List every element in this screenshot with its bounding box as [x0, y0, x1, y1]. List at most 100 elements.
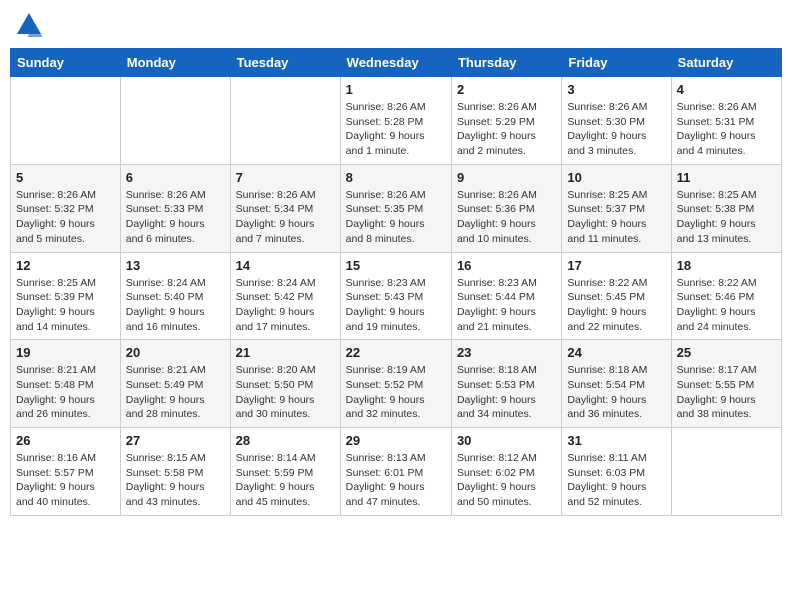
day-number: 2: [457, 82, 556, 97]
calendar-day-cell: 11 Sunrise: 8:25 AM Sunset: 5:38 PM Dayli…: [671, 164, 781, 252]
day-number: 28: [236, 433, 335, 448]
day-number: 23: [457, 345, 556, 360]
calendar-day-cell: 26 Sunrise: 8:16 AM Sunset: 5:57 PM Dayli…: [11, 428, 121, 516]
day-info: Sunrise: 8:24 AM Sunset: 5:42 PM Dayligh…: [236, 276, 335, 335]
day-number: 25: [677, 345, 776, 360]
calendar-day-cell: 4 Sunrise: 8:26 AM Sunset: 5:31 PM Daylig…: [671, 77, 781, 165]
calendar-day-cell: 25 Sunrise: 8:17 AM Sunset: 5:55 PM Dayli…: [671, 340, 781, 428]
day-info: Sunrise: 8:20 AM Sunset: 5:50 PM Dayligh…: [236, 363, 335, 422]
day-number: 7: [236, 170, 335, 185]
day-of-week-header: Wednesday: [340, 49, 451, 77]
day-number: 17: [567, 258, 665, 273]
calendar-day-cell: [11, 77, 121, 165]
day-of-week-header: Friday: [562, 49, 671, 77]
day-number: 10: [567, 170, 665, 185]
calendar-day-cell: 5Sunrise: 8:26 AM Sunset: 5:32 PM Daylig…: [11, 164, 121, 252]
day-info: Sunrise: 8:26 AM Sunset: 5:32 PM Dayligh…: [16, 188, 115, 247]
calendar-day-cell: 22Sunrise: 8:19 AM Sunset: 5:52 PM Dayli…: [340, 340, 451, 428]
day-of-week-header: Monday: [120, 49, 230, 77]
day-info: Sunrise: 8:25 AM Sunset: 5:37 PM Dayligh…: [567, 188, 665, 247]
day-number: 22: [346, 345, 446, 360]
day-number: 9: [457, 170, 556, 185]
calendar-day-cell: 18 Sunrise: 8:22 AM Sunset: 5:46 PM Dayli…: [671, 252, 781, 340]
calendar-day-cell: 13 Sunrise: 8:24 AM Sunset: 5:40 PM Dayli…: [120, 252, 230, 340]
calendar-day-cell: 31Sunrise: 8:11 AM Sunset: 6:03 PM Dayli…: [562, 428, 671, 516]
day-info: Sunrise: 8:12 AM Sunset: 6:02 PM Dayligh…: [457, 451, 556, 510]
logo-icon: [14, 10, 44, 40]
day-info: Sunrise: 8:26 AM Sunset: 5:34 PM Dayligh…: [236, 188, 335, 247]
calendar-day-cell: [671, 428, 781, 516]
day-info: Sunrise: 8:13 AM Sunset: 6:01 PM Dayligh…: [346, 451, 446, 510]
calendar-day-cell: 16 Sunrise: 8:23 AM Sunset: 5:44 PM Dayli…: [451, 252, 561, 340]
calendar-week-row: 12 Sunrise: 8:25 AM Sunset: 5:39 PM Dayli…: [11, 252, 782, 340]
day-info: Sunrise: 8:15 AM Sunset: 5:58 PM Dayligh…: [126, 451, 225, 510]
day-number: 11: [677, 170, 776, 185]
day-info: Sunrise: 8:21 AM Sunset: 5:48 PM Dayligh…: [16, 363, 115, 422]
calendar-day-cell: 12 Sunrise: 8:25 AM Sunset: 5:39 PM Dayli…: [11, 252, 121, 340]
calendar-day-cell: 1 Sunrise: 8:26 AM Sunset: 5:28 PM Daylig…: [340, 77, 451, 165]
day-of-week-header: Sunday: [11, 49, 121, 77]
day-info: Sunrise: 8:26 AM Sunset: 5:28 PM Dayligh…: [346, 100, 446, 159]
day-info: Sunrise: 8:26 AM Sunset: 5:31 PM Dayligh…: [677, 100, 776, 159]
calendar-day-cell: 8 Sunrise: 8:26 AM Sunset: 5:35 PM Daylig…: [340, 164, 451, 252]
day-info: Sunrise: 8:23 AM Sunset: 5:44 PM Dayligh…: [457, 276, 556, 335]
calendar-week-row: 26 Sunrise: 8:16 AM Sunset: 5:57 PM Dayli…: [11, 428, 782, 516]
day-info: Sunrise: 8:25 AM Sunset: 5:39 PM Dayligh…: [16, 276, 115, 335]
calendar-day-cell: 20Sunrise: 8:21 AM Sunset: 5:49 PM Dayli…: [120, 340, 230, 428]
day-number: 12: [16, 258, 115, 273]
calendar-day-cell: 28 Sunrise: 8:14 AM Sunset: 5:59 PM Dayli…: [230, 428, 340, 516]
day-number: 1: [346, 82, 446, 97]
calendar-day-cell: 17 Sunrise: 8:22 AM Sunset: 5:45 PM Dayli…: [562, 252, 671, 340]
day-number: 26: [16, 433, 115, 448]
calendar-day-cell: 29Sunrise: 8:13 AM Sunset: 6:01 PM Dayli…: [340, 428, 451, 516]
day-number: 8: [346, 170, 446, 185]
day-info: Sunrise: 8:26 AM Sunset: 5:35 PM Dayligh…: [346, 188, 446, 247]
day-info: Sunrise: 8:22 AM Sunset: 5:45 PM Dayligh…: [567, 276, 665, 335]
calendar-day-cell: 6 Sunrise: 8:26 AM Sunset: 5:33 PM Daylig…: [120, 164, 230, 252]
day-info: Sunrise: 8:23 AM Sunset: 5:43 PM Dayligh…: [346, 276, 446, 335]
day-number: 15: [346, 258, 446, 273]
calendar-day-cell: 19 Sunrise: 8:21 AM Sunset: 5:48 PM Dayli…: [11, 340, 121, 428]
day-number: 13: [126, 258, 225, 273]
day-of-week-header: Thursday: [451, 49, 561, 77]
calendar-day-cell: 3Sunrise: 8:26 AM Sunset: 5:30 PM Daylig…: [562, 77, 671, 165]
calendar-day-cell: 10 Sunrise: 8:25 AM Sunset: 5:37 PM Dayli…: [562, 164, 671, 252]
logo: [14, 10, 48, 40]
day-number: 19: [16, 345, 115, 360]
calendar-week-row: 19 Sunrise: 8:21 AM Sunset: 5:48 PM Dayli…: [11, 340, 782, 428]
day-info: Sunrise: 8:26 AM Sunset: 5:30 PM Dayligh…: [567, 100, 665, 159]
calendar-week-row: 1 Sunrise: 8:26 AM Sunset: 5:28 PM Daylig…: [11, 77, 782, 165]
day-number: 20: [126, 345, 225, 360]
calendar-day-cell: 7 Sunrise: 8:26 AM Sunset: 5:34 PM Daylig…: [230, 164, 340, 252]
day-info: Sunrise: 8:16 AM Sunset: 5:57 PM Dayligh…: [16, 451, 115, 510]
day-number: 14: [236, 258, 335, 273]
calendar-header-row: SundayMondayTuesdayWednesdayThursdayFrid…: [11, 49, 782, 77]
day-info: Sunrise: 8:17 AM Sunset: 5:55 PM Dayligh…: [677, 363, 776, 422]
calendar-day-cell: 15 Sunrise: 8:23 AM Sunset: 5:43 PM Dayli…: [340, 252, 451, 340]
day-number: 4: [677, 82, 776, 97]
day-info: Sunrise: 8:26 AM Sunset: 5:36 PM Dayligh…: [457, 188, 556, 247]
day-info: Sunrise: 8:18 AM Sunset: 5:53 PM Dayligh…: [457, 363, 556, 422]
day-info: Sunrise: 8:26 AM Sunset: 5:29 PM Dayligh…: [457, 100, 556, 159]
day-info: Sunrise: 8:24 AM Sunset: 5:40 PM Dayligh…: [126, 276, 225, 335]
calendar-day-cell: 24Sunrise: 8:18 AM Sunset: 5:54 PM Dayli…: [562, 340, 671, 428]
day-info: Sunrise: 8:14 AM Sunset: 5:59 PM Dayligh…: [236, 451, 335, 510]
day-number: 30: [457, 433, 556, 448]
day-number: 6: [126, 170, 225, 185]
page-header: [10, 10, 782, 40]
calendar-day-cell: 14 Sunrise: 8:24 AM Sunset: 5:42 PM Dayli…: [230, 252, 340, 340]
calendar-day-cell: 21Sunrise: 8:20 AM Sunset: 5:50 PM Dayli…: [230, 340, 340, 428]
calendar-day-cell: 30 Sunrise: 8:12 AM Sunset: 6:02 PM Dayli…: [451, 428, 561, 516]
day-number: 16: [457, 258, 556, 273]
calendar-day-cell: 23 Sunrise: 8:18 AM Sunset: 5:53 PM Dayli…: [451, 340, 561, 428]
day-of-week-header: Tuesday: [230, 49, 340, 77]
day-info: Sunrise: 8:25 AM Sunset: 5:38 PM Dayligh…: [677, 188, 776, 247]
calendar-day-cell: [230, 77, 340, 165]
day-info: Sunrise: 8:22 AM Sunset: 5:46 PM Dayligh…: [677, 276, 776, 335]
calendar-day-cell: 2 Sunrise: 8:26 AM Sunset: 5:29 PM Daylig…: [451, 77, 561, 165]
day-of-week-header: Saturday: [671, 49, 781, 77]
calendar-day-cell: 27Sunrise: 8:15 AM Sunset: 5:58 PM Dayli…: [120, 428, 230, 516]
calendar-day-cell: 9 Sunrise: 8:26 AM Sunset: 5:36 PM Daylig…: [451, 164, 561, 252]
day-number: 18: [677, 258, 776, 273]
day-info: Sunrise: 8:26 AM Sunset: 5:33 PM Dayligh…: [126, 188, 225, 247]
